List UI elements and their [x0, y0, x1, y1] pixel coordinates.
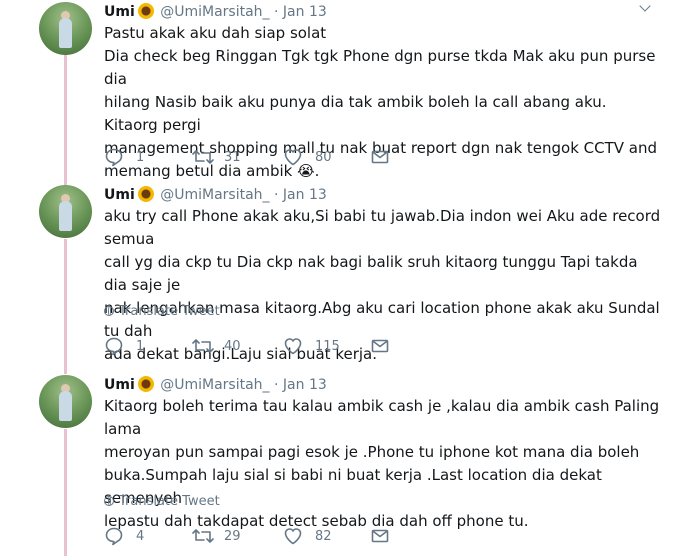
user-handle[interactable]: @UmiMarsitah_: [160, 377, 269, 393]
tweet[interactable]: Umi @UmiMarsitah_ · Jan 13 Pastu akak ak…: [0, 0, 697, 180]
display-name[interactable]: Umi: [104, 187, 135, 203]
heart-icon: [284, 149, 302, 166]
tweet-actions: 1 40 115: [104, 336, 404, 356]
avatar[interactable]: [39, 375, 92, 428]
retweet-icon: [192, 529, 214, 543]
like-count: 80: [315, 150, 332, 165]
separator-dot: ·: [274, 377, 279, 393]
separator-dot: ·: [274, 187, 279, 203]
tweet-date[interactable]: Jan 13: [283, 377, 327, 393]
reply-icon: [105, 148, 123, 167]
retweet-count: 40: [224, 339, 241, 354]
tweet-actions: 4 29 82: [104, 526, 404, 546]
avatar[interactable]: [39, 2, 92, 55]
tweet-actions: 1 31 80: [104, 147, 404, 167]
reply-count: 4: [136, 529, 145, 544]
translate-tweet-label: Translate Tweet: [119, 304, 220, 319]
heart-icon: [284, 528, 302, 545]
retweet-count: 29: [224, 529, 241, 544]
tweet[interactable]: Umi @UmiMarsitah_ · Jan 13 Kitaorg boleh…: [0, 374, 697, 556]
tweet-date[interactable]: Jan 13: [283, 4, 327, 20]
tweet-date[interactable]: Jan 13: [283, 187, 327, 203]
like-count: 82: [315, 529, 332, 544]
tweet[interactable]: Umi @UmiMarsitah_ · Jan 13 aku try call …: [0, 184, 697, 368]
heart-icon: [284, 338, 302, 355]
envelope-icon: [371, 150, 389, 164]
display-name[interactable]: Umi: [104, 377, 135, 393]
avatar[interactable]: [39, 185, 92, 238]
user-handle[interactable]: @UmiMarsitah_: [160, 4, 269, 20]
sunflower-icon: [137, 186, 154, 202]
separator-dot: ·: [274, 4, 279, 20]
globe-icon: [104, 496, 114, 506]
reply-icon: [105, 527, 123, 546]
globe-icon: [104, 306, 114, 316]
user-handle[interactable]: @UmiMarsitah_: [160, 187, 269, 203]
translate-tweet-link[interactable]: Translate Tweet: [104, 304, 220, 319]
reply-count: 1: [136, 150, 145, 165]
display-name[interactable]: Umi: [104, 4, 135, 20]
envelope-icon: [371, 529, 389, 543]
translate-tweet-link[interactable]: Translate Tweet: [104, 494, 220, 509]
like-count: 115: [315, 339, 340, 354]
envelope-icon: [371, 339, 389, 353]
chevron-down-icon[interactable]: [639, 0, 651, 12]
sunflower-icon: [137, 3, 154, 19]
reply-count: 1: [136, 339, 145, 354]
reply-icon: [105, 337, 123, 356]
translate-tweet-label: Translate Tweet: [119, 494, 220, 509]
tweet-text: Kitaorg boleh terima tau kalau ambik cas…: [104, 397, 660, 530]
retweet-count: 31: [224, 150, 241, 165]
retweet-icon: [192, 150, 214, 164]
retweet-icon: [192, 339, 214, 353]
sunflower-icon: [137, 376, 154, 392]
